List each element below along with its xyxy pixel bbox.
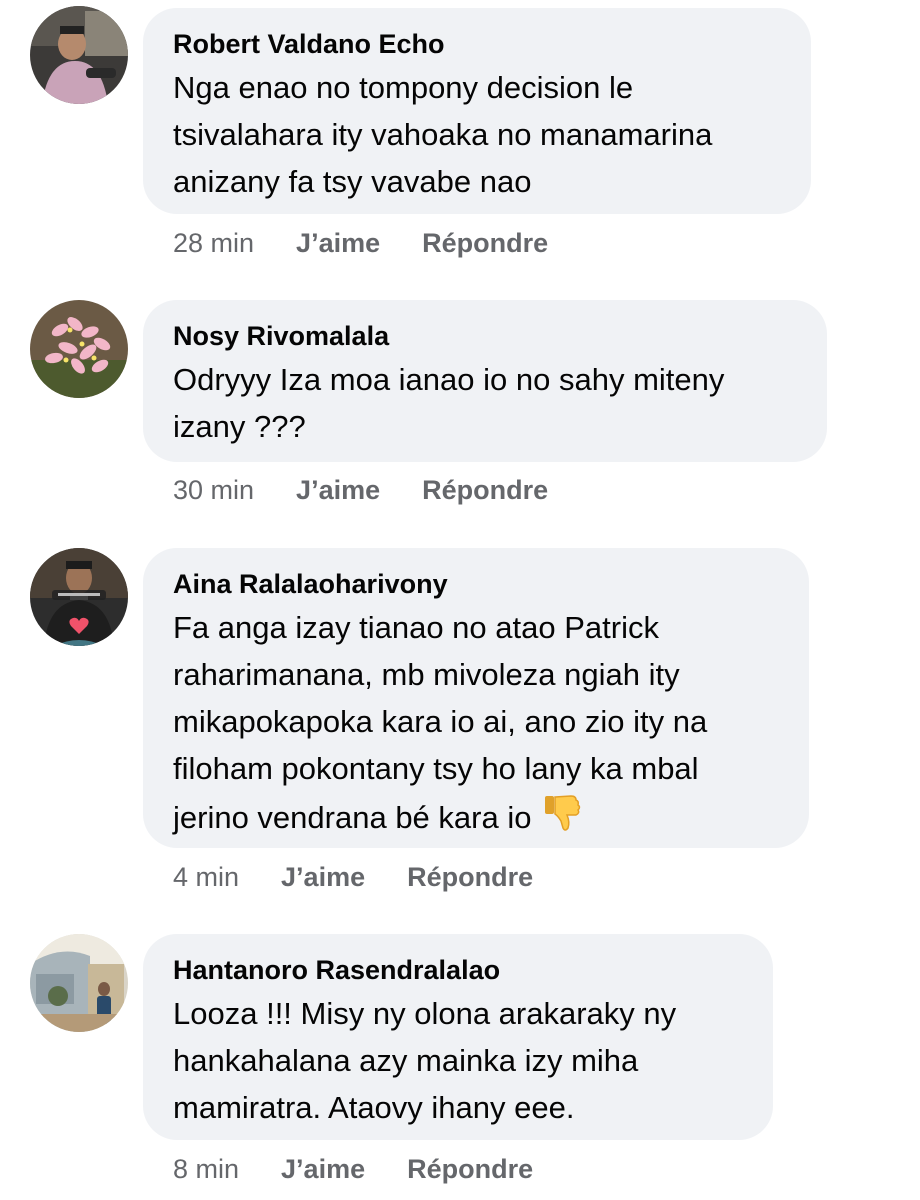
comment-text-line: jerino vendrana bé kara io — [173, 792, 779, 847]
comment-bubble: Nosy Rivomalala Odryyy Iza moa ianao io … — [143, 300, 827, 462]
comment-text-line: raharimanana, mb mivoleza ngiah ity — [173, 657, 680, 692]
comment-text-line: Looza !!! Misy ny olona arakaraky ny — [173, 996, 677, 1031]
comment-timestamp[interactable]: 30 min — [173, 475, 254, 506]
comment-text-line: filoham pokontany tsy ho lany ka mbal — [173, 751, 699, 786]
comment-bubble: Aina Ralalaoharivony Fa anga izay tianao… — [143, 548, 809, 848]
like-button[interactable]: J’aime — [296, 228, 380, 259]
comment-text-segment: jerino vendrana bé kara io — [173, 800, 532, 835]
comment-text-line: Fa anga izay tianao no atao Patrick — [173, 610, 659, 645]
comment-text-line: Nga enao no tompony decision le — [173, 70, 634, 105]
comment-text-line: mikapokapoka kara io ai, ano zio ity na — [173, 704, 708, 739]
comment-author[interactable]: Nosy Rivomalala — [173, 318, 797, 354]
comment-text-line: tsivalahara ity vahoaka no manamarina — [173, 117, 713, 152]
comment-text: Odryyy Iza moa ianao io no sahy miteny i… — [173, 356, 797, 450]
comment-actions: 4 min J’aime Répondre — [173, 862, 533, 893]
avatar[interactable] — [30, 300, 128, 398]
comment-bubble: Hantanoro Rasendralalao Looza !!! Misy n… — [143, 934, 773, 1140]
avatar[interactable] — [30, 6, 128, 104]
comment-text-line: mamiratra. Ataovy ihany eee. — [173, 1090, 575, 1125]
comment-author[interactable]: Aina Ralalaoharivony — [173, 566, 779, 602]
comment-timestamp[interactable]: 8 min — [173, 1154, 239, 1185]
reply-button[interactable]: Répondre — [422, 475, 548, 506]
thumbs-down-icon — [543, 792, 583, 847]
comment-text: Nga enao no tompony decision le tsivalah… — [173, 64, 781, 205]
comment-actions: 30 min J’aime Répondre — [173, 475, 548, 506]
comment-timestamp[interactable]: 28 min — [173, 228, 254, 259]
avatar[interactable] — [30, 934, 128, 1032]
comment-text: Fa anga izay tianao no atao Patrick raha… — [173, 604, 779, 847]
comment-text: Looza !!! Misy ny olona arakaraky ny han… — [173, 990, 743, 1131]
comment-author[interactable]: Hantanoro Rasendralalao — [173, 952, 743, 988]
comment-bubble: Robert Valdano Echo Nga enao no tompony … — [143, 8, 811, 214]
comment-text-line: hankahalana azy mainka izy miha — [173, 1043, 639, 1078]
like-button[interactable]: J’aime — [281, 862, 365, 893]
comment-timestamp[interactable]: 4 min — [173, 862, 239, 893]
comment-text-line: Odryyy Iza moa ianao io no sahy miteny — [173, 362, 725, 397]
like-button[interactable]: J’aime — [281, 1154, 365, 1185]
comment-author[interactable]: Robert Valdano Echo — [173, 26, 781, 62]
reply-button[interactable]: Répondre — [407, 1154, 533, 1185]
reply-button[interactable]: Répondre — [422, 228, 548, 259]
comment-text-line: izany ??? — [173, 409, 306, 444]
reply-button[interactable]: Répondre — [407, 862, 533, 893]
comment-actions: 8 min J’aime Répondre — [173, 1154, 533, 1185]
comment-actions: 28 min J’aime Répondre — [173, 228, 548, 259]
comment-text-line: anizany fa tsy vavabe nao — [173, 164, 532, 199]
like-button[interactable]: J’aime — [296, 475, 380, 506]
avatar[interactable] — [30, 548, 128, 646]
